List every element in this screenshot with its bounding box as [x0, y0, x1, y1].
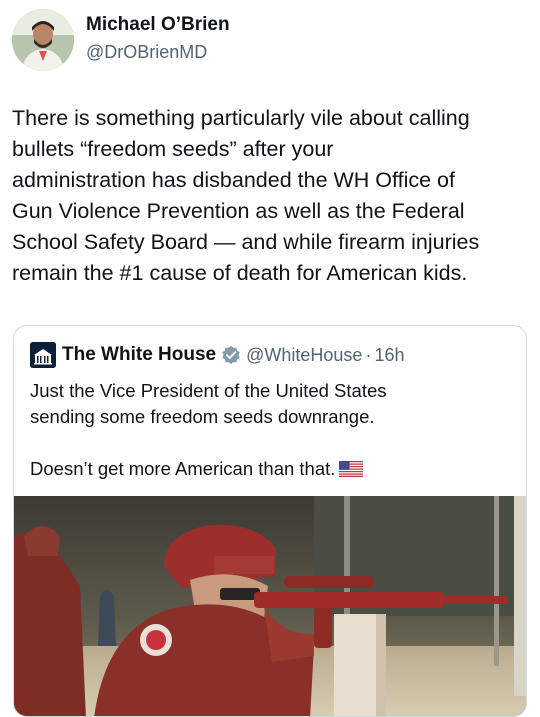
- quoted-tweet-body: Just the Vice President of the United St…: [30, 380, 387, 479]
- us-flag-icon: [339, 461, 364, 477]
- tweet-text: There is something particularly vile abo…: [12, 106, 480, 285]
- quoted-tweet-text: Just the Vice President of the United St…: [30, 378, 510, 482]
- tweet-author: Michael O’Brien @DrOBrienMD: [12, 9, 230, 71]
- verified-badge-icon: [222, 345, 240, 365]
- quoted-handle[interactable]: @WhiteHouse: [246, 345, 362, 366]
- quoted-tweet-photo[interactable]: [14, 496, 526, 716]
- white-house-avatar[interactable]: [30, 342, 56, 368]
- white-house-logo-icon: [30, 342, 56, 368]
- author-names: Michael O’Brien @DrOBrienMD: [86, 13, 230, 64]
- author-avatar[interactable]: [12, 9, 74, 71]
- separator-dot: ·: [365, 344, 372, 365]
- profile-photo-icon: [12, 9, 74, 71]
- shooting-range-photo: [14, 496, 526, 716]
- quoted-display-name[interactable]: The White House: [62, 344, 216, 366]
- author-handle[interactable]: @DrOBrienMD: [86, 40, 230, 64]
- quoted-tweet-header: The White House @WhiteHouse · 16h: [30, 342, 405, 368]
- author-display-name[interactable]: Michael O’Brien: [86, 13, 230, 37]
- quoted-tweet-card[interactable]: The White House @WhiteHouse · 16h Just t…: [13, 325, 527, 717]
- quoted-timestamp[interactable]: 16h: [374, 345, 404, 366]
